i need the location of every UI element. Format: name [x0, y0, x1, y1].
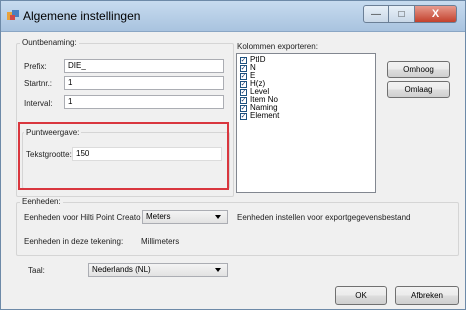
hilti-units-label: Eenheden voor Hilti Point Creato [24, 213, 141, 222]
columns-title: Kolommen exporteren: [237, 42, 318, 51]
maximize-button[interactable]: □ [389, 5, 415, 23]
hilti-units-value: Meters [146, 212, 171, 221]
checkbox[interactable]: ✓ [240, 80, 247, 88]
checkbox[interactable]: ✓ [240, 96, 247, 104]
checkbox[interactable]: ✓ [240, 56, 247, 64]
column-item[interactable]: ✓ N [240, 64, 375, 72]
prefix-input[interactable]: DIE_ [64, 59, 224, 73]
units-group-title: Eenheden: [20, 197, 63, 206]
language-value: Nederlands (NL) [92, 265, 151, 274]
checkbox[interactable]: ✓ [240, 64, 247, 72]
minimize-button[interactable]: — [363, 5, 389, 23]
column-item-label: Element [250, 111, 280, 120]
prefix-label: Prefix: [24, 62, 47, 71]
move-down-button[interactable]: Omlaag [387, 81, 450, 98]
dialog-body: Ountbenaming: Prefix: DIE_ Startnr.: 1 I… [8, 32, 460, 305]
move-up-button[interactable]: Omhoog [387, 61, 450, 78]
startnr-label: Startnr.: [24, 79, 53, 88]
interval-input[interactable]: 1 [64, 95, 224, 109]
annotation-highlight [18, 122, 229, 190]
checkbox[interactable]: ✓ [240, 104, 247, 112]
columns-listbox[interactable]: ✓ PtID ✓ N ✓ E ✓ H(z) ✓ Level ✓ Item No ✓ Naming ✓ Elem… [236, 53, 376, 193]
ok-button[interactable]: OK [335, 286, 387, 305]
checkbox[interactable]: ✓ [240, 88, 247, 96]
checkbox[interactable]: ✓ [240, 72, 247, 80]
language-label: Taal: [28, 266, 45, 275]
hilti-units-select[interactable]: Meters [142, 210, 228, 224]
column-item[interactable]: ✓ PtID [240, 56, 375, 64]
chevron-down-icon [215, 268, 221, 272]
export-units-label: Eenheden instellen voor exportgegevensbe… [237, 213, 411, 222]
units-group [16, 202, 459, 256]
settings-dialog: Algemene instellingen — □ X Ountbenaming… [0, 0, 466, 310]
drawing-units-value: Millimeters [141, 237, 180, 246]
column-item[interactable]: ✓ Element [240, 112, 375, 120]
checkbox[interactable]: ✓ [240, 112, 247, 120]
interval-label: Interval: [24, 99, 53, 108]
startnr-input[interactable]: 1 [64, 76, 224, 90]
language-select[interactable]: Nederlands (NL) [88, 263, 228, 277]
naming-group-title: Ountbenaming: [20, 38, 79, 47]
drawing-units-label: Eenheden in deze tekening: [24, 237, 124, 246]
app-icon [7, 10, 19, 20]
window-title: Algemene instellingen [23, 9, 141, 23]
title-bar[interactable]: Algemene instellingen — □ X [1, 1, 465, 32]
close-button[interactable]: X [415, 5, 457, 23]
cancel-button[interactable]: Afbreken [395, 286, 459, 305]
chevron-down-icon [215, 215, 221, 219]
